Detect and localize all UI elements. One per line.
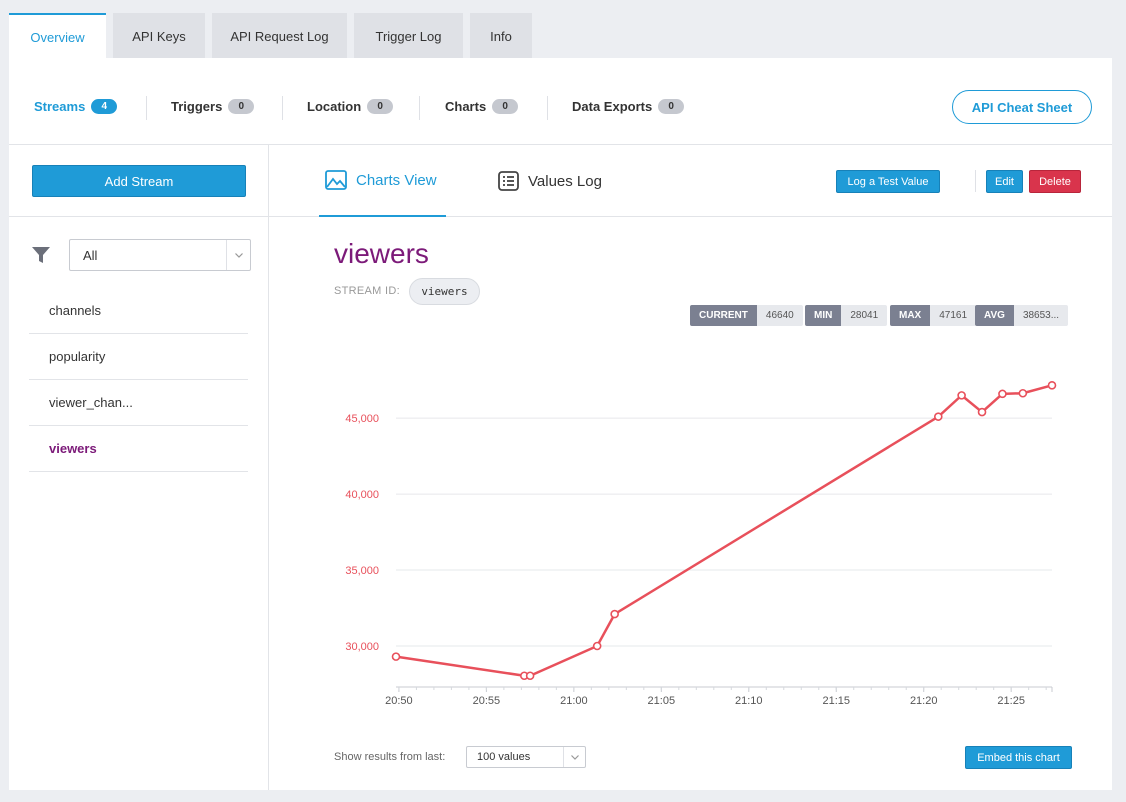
triggers-count-badge: 0 (228, 99, 255, 114)
summary-triggers[interactable]: Triggers 0 (171, 99, 255, 114)
charts-count-badge: 0 (492, 99, 519, 114)
y-tick-label: 35,000 (345, 565, 379, 577)
add-stream-button[interactable]: Add Stream (32, 165, 246, 197)
embed-chart-button[interactable]: Embed this chart (965, 746, 1072, 769)
x-tick-label: 21:25 (997, 695, 1025, 707)
location-count-badge: 0 (367, 99, 394, 114)
stream-item-viewer-changes[interactable]: viewer_chan... (29, 380, 248, 426)
divider (419, 96, 420, 120)
filter-icon (32, 247, 50, 263)
summary-data-exports[interactable]: Data Exports 0 (572, 99, 685, 114)
results-range-select[interactable]: 100 values (466, 746, 586, 768)
x-tick-label: 21:10 (735, 695, 763, 707)
divider (146, 96, 147, 120)
summary-triggers-label: Triggers (171, 99, 223, 114)
x-tick-label: 20:50 (385, 695, 413, 707)
results-range-value: 100 values (477, 751, 531, 763)
tab-api-keys[interactable]: API Keys (113, 13, 205, 59)
data-point (977, 407, 987, 417)
data-point (1047, 381, 1057, 390)
y-tick-label: 40,000 (345, 489, 379, 501)
top-tabs: Overview API Keys API Request Log Trigge… (9, 13, 539, 59)
tab-overview[interactable]: Overview (9, 13, 106, 59)
y-tick-label: 45,000 (345, 413, 379, 425)
data-point (1018, 388, 1028, 398)
summary-streams-label: Streams (34, 99, 86, 114)
summary-location-label: Location (307, 99, 362, 114)
summary-streams[interactable]: Streams 4 (34, 99, 118, 114)
summary-charts-label: Charts (445, 99, 487, 114)
series-line-viewers (395, 384, 1053, 677)
data-point (592, 641, 602, 651)
x-tick-label: 21:20 (910, 695, 938, 707)
stream-item-channels[interactable]: channels (29, 288, 248, 334)
chevron-down-icon (563, 747, 585, 767)
tab-api-request-log[interactable]: API Request Log (212, 13, 347, 59)
x-tick-label: 20:55 (473, 695, 501, 707)
data-point (933, 412, 943, 421)
data-point (957, 391, 966, 400)
data-point (998, 389, 1007, 399)
api-cheat-sheet-button[interactable]: API Cheat Sheet (952, 90, 1092, 124)
stream-item-viewers[interactable]: viewers (29, 426, 248, 472)
stream-list: channels popularity viewer_chan... viewe… (29, 288, 248, 472)
overview-panel: Streams 4 Triggers 0 Location 0 Charts 0… (9, 58, 1112, 790)
tab-trigger-log[interactable]: Trigger Log (354, 13, 463, 59)
x-tick-label: 21:00 (560, 695, 588, 707)
stream-item-popularity[interactable]: popularity (29, 334, 248, 380)
data-point (391, 652, 401, 661)
chevron-down-icon (226, 240, 250, 270)
data-point (525, 671, 535, 681)
stream-main: Charts View Values Log Log a Test Value … (269, 145, 1112, 790)
summary-bar: Streams 4 Triggers 0 Location 0 Charts 0… (9, 58, 1112, 145)
summary-data-exports-label: Data Exports (572, 99, 653, 114)
y-tick-label: 30,000 (345, 641, 379, 653)
summary-charts[interactable]: Charts 0 (445, 99, 519, 114)
divider (547, 96, 548, 120)
x-tick-label: 21:15 (822, 695, 850, 707)
stream-sidebar: Add Stream All channels popularity viewe… (9, 145, 269, 790)
summary-location[interactable]: Location 0 (307, 99, 394, 114)
stream-filter-value: All (83, 247, 98, 263)
viewers-line-chart: 30,000 35,000 40,000 45,000 20:50 20:55 21:00 2… (345, 381, 1057, 707)
streams-count-badge: 4 (91, 99, 118, 114)
data-point (610, 609, 619, 619)
stream-filter-select[interactable]: All (69, 239, 251, 271)
sidebar-header: Add Stream (9, 145, 268, 217)
x-tick-label: 21:05 (648, 695, 676, 707)
tab-info[interactable]: Info (470, 13, 532, 59)
data-exports-count-badge: 0 (658, 99, 685, 114)
divider (282, 96, 283, 120)
results-range-label: Show results from last: (334, 751, 446, 763)
